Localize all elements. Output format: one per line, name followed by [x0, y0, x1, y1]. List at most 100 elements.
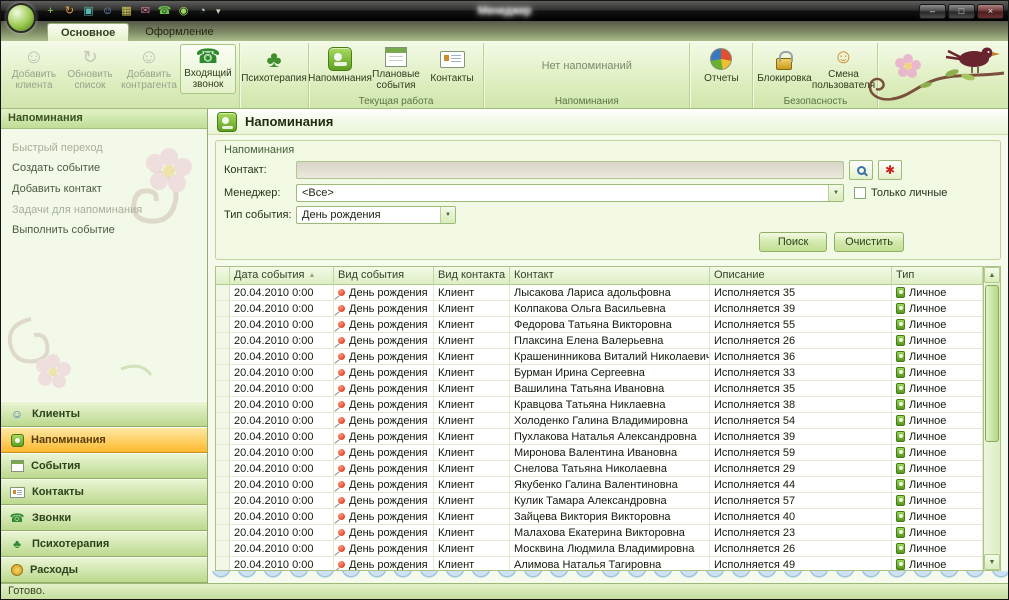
search-button[interactable]: Поиск: [759, 232, 827, 252]
clear-button[interactable]: Очистить: [834, 232, 904, 252]
table-row[interactable]: 20.04.2010 0:00 День рождения Клиент Кра…: [216, 349, 983, 365]
table-row[interactable]: 20.04.2010 0:00 День рождения Клиент Пух…: [216, 429, 983, 445]
table-row[interactable]: 20.04.2010 0:00 День рождения Клиент Мос…: [216, 541, 983, 557]
events-calendar-icon: [11, 460, 24, 472]
table-row[interactable]: 20.04.2010 0:00 День рождения Клиент Кул…: [216, 493, 983, 509]
table-row[interactable]: 20.04.2010 0:00 День рождения Клиент Али…: [216, 557, 983, 570]
vertical-scrollbar[interactable]: ▲ ▼: [983, 267, 1000, 570]
table-row[interactable]: 20.04.2010 0:00 День рождения Клиент Пла…: [216, 333, 983, 349]
cell-contact: Пухлакова Наталья Александровна: [510, 429, 710, 445]
cell-contact: Алимова Наталья Тагировна: [510, 557, 710, 570]
table-row[interactable]: 20.04.2010 0:00 День рождения Клиент Мир…: [216, 445, 983, 461]
pushpin-icon: [338, 497, 345, 504]
scrollbar-track[interactable]: [984, 283, 1000, 554]
tab-main[interactable]: Основное: [47, 23, 129, 41]
call-icon[interactable]: ☎: [157, 4, 172, 19]
personal-note-icon: [896, 431, 905, 442]
scroll-down-icon[interactable]: ▼: [984, 554, 1000, 570]
psychotherapy-tree-icon: ♣: [266, 47, 281, 71]
table-row[interactable]: 20.04.2010 0:00 День рождения Клиент Сне…: [216, 461, 983, 477]
sidebar-item-expenses[interactable]: Расходы: [1, 557, 207, 583]
table-row[interactable]: 20.04.2010 0:00 День рождения Клиент Зай…: [216, 509, 983, 525]
sidebar-item-clients[interactable]: ☺ Клиенты: [1, 401, 207, 427]
contacts-icon[interactable]: ✉: [138, 4, 153, 19]
link-add-contact[interactable]: Добавить контакт: [12, 183, 207, 195]
table-row[interactable]: 20.04.2010 0:00 День рождения Клиент Ваш…: [216, 381, 983, 397]
table-row[interactable]: 20.04.2010 0:00 День рождения Клиент Лыс…: [216, 285, 983, 301]
reminders-table: Дата события ▲ Вид события Вид контакта …: [215, 266, 1001, 571]
column-header-contact-type[interactable]: Вид контакта: [434, 267, 510, 285]
personal-note-icon: [896, 415, 905, 426]
column-header-type[interactable]: Тип: [892, 267, 983, 285]
chevron-down-icon[interactable]: ▼: [828, 185, 843, 201]
contact-search-button[interactable]: [849, 160, 873, 180]
column-header-event-type[interactable]: Вид события: [334, 267, 434, 285]
incoming-call-button[interactable]: ☎ Входящий звонок: [180, 44, 236, 94]
minimize-button[interactable]: –: [919, 4, 946, 19]
filter-row-manager: Менеджер: <Все> ▼ Только личные: [224, 184, 992, 202]
sidebar-item-reminders[interactable]: Напоминания: [1, 427, 207, 453]
app-menu-button[interactable]: [6, 3, 36, 33]
psychotherapy-button[interactable]: ♣ Психотерапия: [243, 44, 305, 94]
tab-design[interactable]: Оформление: [132, 23, 226, 41]
cell-contact: Федорова Татьяна Викторовна: [510, 317, 710, 333]
table-row[interactable]: 20.04.2010 0:00 День рождения Клиент Яку…: [216, 477, 983, 493]
cell-contact-type: Клиент: [434, 333, 510, 349]
event-type-select[interactable]: День рождения ▼: [296, 206, 456, 224]
pushpin-icon: [338, 401, 345, 408]
reports-icon[interactable]: ◔: [195, 4, 210, 19]
table-row[interactable]: 20.04.2010 0:00 День рождения Клиент Хол…: [216, 413, 983, 429]
row-indicator-cell: [216, 557, 230, 570]
personal-note-icon: [896, 303, 905, 314]
column-header-description[interactable]: Описание: [710, 267, 892, 285]
table-row[interactable]: 20.04.2010 0:00 День рождения Клиент Кра…: [216, 397, 983, 413]
reports-button[interactable]: Отчеты: [693, 44, 749, 94]
sidebar-item-events[interactable]: События: [1, 453, 207, 479]
table-row[interactable]: 20.04.2010 0:00 День рождения Клиент Мал…: [216, 525, 983, 541]
cell-type: Личное: [892, 445, 983, 461]
quick-access-dropdown-icon[interactable]: ▾: [216, 6, 221, 17]
chevron-down-icon[interactable]: ▼: [440, 207, 455, 223]
add-client-icon[interactable]: +: [43, 4, 58, 19]
personal-only-checkbox[interactable]: [854, 187, 866, 199]
contact-clear-button[interactable]: ✱: [878, 160, 902, 180]
cell-description: Исполняется 36: [710, 349, 892, 365]
sidebar-item-contacts[interactable]: Контакты: [1, 479, 207, 505]
bird-branch-graphic: [856, 43, 1006, 107]
cell-date: 20.04.2010 0:00: [230, 317, 334, 333]
cell-contact-type: Клиент: [434, 285, 510, 301]
clients-icon: ☺: [9, 406, 25, 422]
scroll-up-icon[interactable]: ▲: [984, 267, 1000, 283]
reminders-icon[interactable]: ◉: [176, 4, 191, 19]
close-button[interactable]: ×: [977, 4, 1004, 19]
cell-type: Личное: [892, 349, 983, 365]
reminders-button[interactable]: Напоминания: [312, 44, 368, 94]
table-row[interactable]: 20.04.2010 0:00 День рождения Клиент Кол…: [216, 301, 983, 317]
maximize-button[interactable]: □: [948, 4, 975, 19]
events-icon[interactable]: ▦: [119, 4, 134, 19]
manager-select[interactable]: <Все> ▼: [296, 184, 844, 202]
link-create-event[interactable]: Создать событие: [12, 162, 207, 174]
cell-contact-type: Клиент: [434, 525, 510, 541]
personal-note-icon: [896, 335, 905, 346]
scrollbar-thumb[interactable]: [985, 285, 999, 442]
clients-icon[interactable]: ☺: [100, 4, 115, 19]
column-header-contact[interactable]: Контакт: [510, 267, 710, 285]
cell-type: Личное: [892, 381, 983, 397]
lock-button[interactable]: Блокировка: [756, 44, 812, 94]
contacts-button[interactable]: Контакты: [424, 44, 480, 94]
sidebar-item-psychotherapy[interactable]: ♣ Психотерапия: [1, 531, 207, 557]
planned-events-button[interactable]: Плановые события: [368, 44, 424, 94]
refresh-icon[interactable]: ↻: [62, 4, 77, 19]
ribbon-group-label-reminders: Напоминания: [484, 96, 689, 107]
cell-contact: Зайцева Виктория Викторовна: [510, 509, 710, 525]
monitor-icon[interactable]: ▣: [81, 4, 96, 19]
pushpin-icon: [338, 353, 345, 360]
column-header-date[interactable]: Дата события ▲: [230, 267, 334, 285]
sidebar-item-calls[interactable]: ☎ Звонки: [1, 505, 207, 531]
cell-description: Исполняется 33: [710, 365, 892, 381]
cell-event-type: День рождения: [334, 381, 434, 397]
table-row[interactable]: 20.04.2010 0:00 День рождения Клиент Бур…: [216, 365, 983, 381]
table-row[interactable]: 20.04.2010 0:00 День рождения Клиент Фед…: [216, 317, 983, 333]
link-execute-event[interactable]: Выполнить событие: [12, 224, 207, 236]
